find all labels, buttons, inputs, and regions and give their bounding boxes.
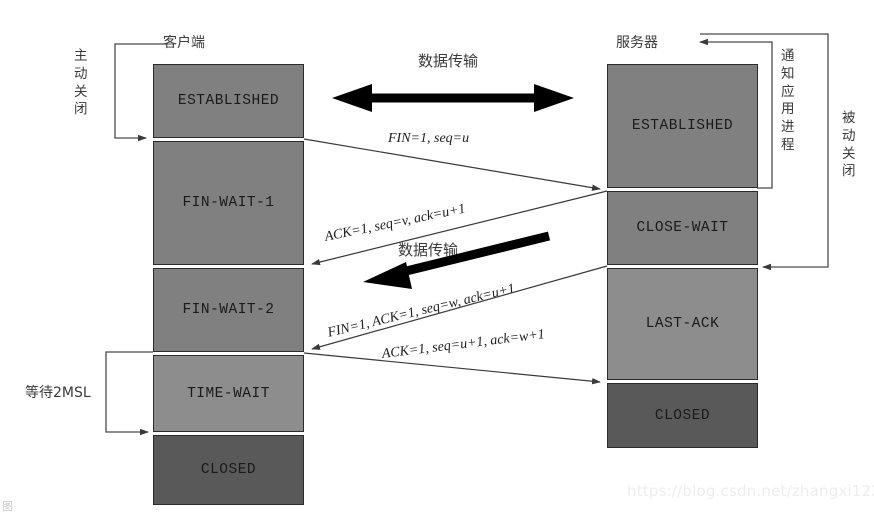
server-state-established: ESTABLISHED [607,64,758,188]
wait-2msl-label: 等待2MSL [25,385,91,401]
server-column-title: 服务器 [616,35,658,51]
state-label: CLOSE-WAIT [636,220,729,236]
segment-label-fin-ack: FIN=1, ACK=1, seq=w, ack=u+1 [326,281,517,341]
wait-2msl-bracket [105,351,153,436]
state-label: ESTABLISHED [177,93,280,109]
server-state-last-ack: LAST-ACK [607,268,758,380]
active-close-label: 主动关闭 [74,48,88,118]
state-label: FIN-WAIT-1 [182,195,275,211]
server-state-closed: CLOSED [607,383,758,448]
tcp-close-diagram: 客户端 服务器 ESTABLISHED FIN-WAIT-1 FIN-WAIT-… [0,0,874,514]
passive-close-label: 被动关闭 [842,110,856,180]
data-transfer-caption-top: 数据传输 [418,52,479,70]
state-label: CLOSED [200,462,257,478]
client-column-title: 客户端 [163,35,205,51]
client-state-established: ESTABLISHED [153,64,304,138]
watermark: https://blog.csdn.net/zhangxi1224 [627,482,874,500]
state-label: FIN-WAIT-2 [182,302,275,318]
segment-line-ack-2 [303,352,601,385]
server-state-close-wait: CLOSE-WAIT [607,191,758,265]
client-state-fin-wait-1: FIN-WAIT-1 [153,141,304,265]
state-label: TIME-WAIT [187,385,270,402]
segment-label-ack-2: ACK=1, seq=u+1, ack=w+1 [381,327,546,362]
state-label: CLOSED [654,407,711,424]
client-state-time-wait: TIME-WAIT [153,355,304,432]
segment-label-fin-1: FIN=1, seq=u [388,131,470,146]
state-label: LAST-ACK [645,316,720,332]
client-state-closed: CLOSED [153,435,304,505]
data-transfer-caption-middle: 数据传输 [398,241,459,259]
client-state-fin-wait-2: FIN-WAIT-2 [153,268,304,352]
state-label: ESTABLISHED [631,118,734,134]
corner-mark: 图 [2,500,13,513]
notify-app-label: 通知应用进程 [781,48,795,154]
data-transfer-arrow-top [332,84,574,112]
